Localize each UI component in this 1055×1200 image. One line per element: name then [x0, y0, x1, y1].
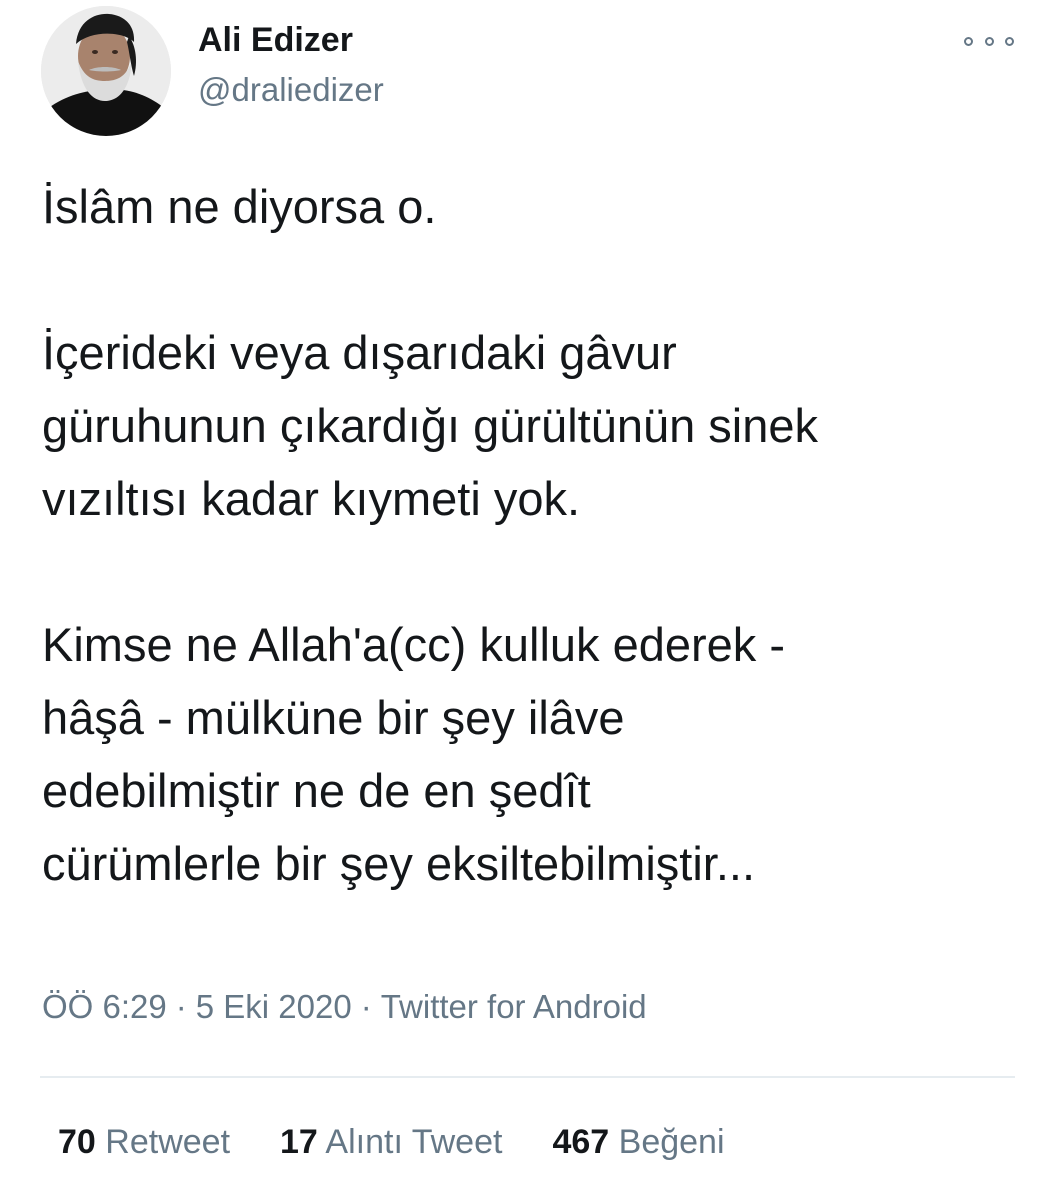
like-count-link[interactable]: 467 Beğeni: [552, 1120, 724, 1164]
like-count: 467: [552, 1123, 610, 1161]
tweet-paragraph-2: İçerideki veya dışarıdaki gâvur güruhunu…: [42, 326, 819, 525]
tweet-paragraph-1: İslâm ne diyorsa o.: [42, 180, 437, 233]
retweet-label: Retweet: [105, 1123, 231, 1161]
more-dot: [1005, 36, 1014, 46]
tweet-date[interactable]: 5 Eki 2020: [196, 988, 352, 1025]
tweet-text: İslâm ne diyorsa o. İçerideki veya dışar…: [42, 170, 1042, 900]
author-display-name[interactable]: Ali Edizer: [198, 20, 353, 60]
tweet-paragraph-3: Kimse ne Allah'a(cc) kulluk ederek - hâş…: [42, 618, 786, 890]
meta-separator: ·: [360, 988, 372, 1025]
quote-count-link[interactable]: 17 Alıntı Tweet: [280, 1120, 502, 1164]
tweet-card: Ali Edizer @draliedizer İslâm ne diyorsa…: [0, 0, 1055, 1200]
retweet-count-link[interactable]: 70 Retweet: [58, 1120, 230, 1164]
author-handle[interactable]: @draliedizer: [198, 70, 384, 110]
like-label: Beğeni: [618, 1123, 725, 1161]
divider: [40, 1076, 1015, 1078]
tweet-metadata: ÖÖ 6:29 · 5 Eki 2020 · Twitter for Android: [42, 985, 647, 1029]
more-dot: [984, 36, 994, 46]
user-avatar-icon: [41, 6, 171, 136]
quote-count: 17: [280, 1123, 318, 1161]
quote-label: Alıntı Tweet: [325, 1123, 503, 1161]
author-avatar[interactable]: [41, 6, 171, 136]
meta-separator: ·: [175, 988, 187, 1025]
tweet-stats: 70 Retweet 17 Alıntı Tweet 467 Beğeni: [58, 1120, 775, 1164]
more-dot: [964, 36, 973, 46]
tweet-time[interactable]: ÖÖ 6:29: [42, 988, 167, 1025]
tweet-source[interactable]: Twitter for Android: [381, 988, 647, 1025]
retweet-count: 70: [58, 1123, 96, 1161]
more-options-icon[interactable]: [964, 30, 1014, 52]
